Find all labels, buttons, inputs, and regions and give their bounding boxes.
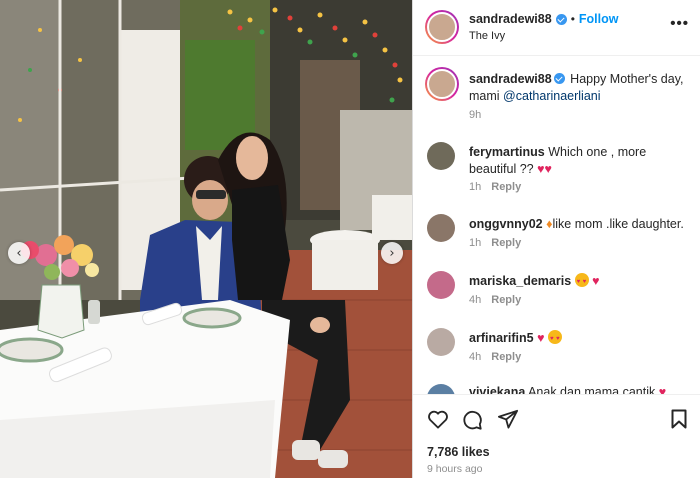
share-icon[interactable] — [497, 409, 519, 429]
comment-time: 1h — [469, 181, 482, 193]
heart-icon[interactable] — [427, 409, 449, 429]
chevron-left-icon: ‹ — [16, 245, 22, 261]
location-link[interactable]: The Ivy — [469, 30, 505, 42]
comment-text: Anak dan mama cantik — [528, 385, 656, 394]
avatar[interactable] — [427, 12, 457, 42]
post-photo[interactable]: ‹ › — [0, 0, 412, 478]
post-timestamp: 9 hours ago — [427, 463, 483, 475]
commenter-username[interactable]: mariska_demaris — [469, 274, 571, 288]
heart-emoji: ♥ — [592, 274, 600, 288]
comment-time: 4h — [469, 294, 482, 306]
commenter-username[interactable]: arfinarifin5 — [469, 331, 534, 345]
reply-button[interactable]: Reply — [491, 237, 521, 249]
commenter-avatar[interactable] — [427, 384, 455, 394]
comment-body: arfinarifin5 ♥ — [469, 330, 691, 348]
post-header: sandradewi88 • Follow The Ivy ••• — [413, 0, 700, 56]
heart-eyes-emoji — [548, 330, 562, 348]
heart-emoji: ♥ — [544, 162, 552, 176]
post-sidebar: sandradewi88 • Follow The Ivy ••• sandra… — [412, 0, 700, 478]
caption-username[interactable]: sandradewi88 — [469, 72, 552, 86]
reply-button[interactable]: Reply — [491, 181, 521, 193]
caption-timestamp: 9h — [469, 109, 482, 121]
heart-eyes-emoji — [574, 273, 589, 291]
comment-body: ferymartinus Which one , more beautiful … — [469, 144, 691, 178]
separator-dot: • — [570, 12, 575, 26]
caption: sandradewi88 Happy Mother's day, mami @c… — [469, 71, 691, 105]
verified-icon — [553, 73, 565, 84]
caption-avatar[interactable] — [427, 69, 457, 99]
photo-scene — [0, 0, 412, 478]
heart-emoji: ♥ — [537, 162, 545, 176]
bookmark-icon[interactable] — [671, 409, 687, 429]
comment-body: onggvnny02 ♦like mom .like daughter. — [469, 216, 691, 233]
likes-count[interactable]: 7,786 likes — [427, 445, 490, 459]
commenter-avatar[interactable] — [427, 142, 455, 170]
next-photo-button[interactable]: › — [381, 242, 403, 264]
comment-icon[interactable] — [461, 409, 483, 431]
comment-text: like mom .like daughter. — [552, 217, 684, 231]
reply-button[interactable]: Reply — [491, 294, 521, 306]
commenter-username[interactable]: ferymartinus — [469, 145, 545, 159]
commenter-username[interactable]: viviekana — [469, 385, 525, 394]
commenter-avatar[interactable] — [427, 328, 455, 356]
heart-emoji: ♥ — [658, 385, 667, 394]
action-bar: 7,786 likes 9 hours ago — [413, 394, 700, 478]
comment-time: 1h — [469, 237, 482, 249]
chevron-right-icon: › — [389, 245, 395, 261]
commenter-avatar[interactable] — [427, 271, 455, 299]
mention-link[interactable]: @catharinaerliani — [503, 89, 600, 103]
follow-button[interactable]: Follow — [579, 12, 619, 26]
comment-body: mariska_demaris ♥ — [469, 273, 691, 291]
reply-button[interactable]: Reply — [491, 351, 521, 363]
previous-photo-button[interactable]: ‹ — [8, 242, 30, 264]
heart-emoji: ♥ — [537, 331, 545, 345]
commenter-avatar[interactable] — [427, 214, 455, 242]
more-options-icon[interactable]: ••• — [670, 15, 689, 32]
comment-time: 4h — [469, 351, 482, 363]
verified-icon — [555, 13, 567, 25]
header-username[interactable]: sandradewi88 — [469, 12, 552, 26]
partial-comment: viviekana Anak dan mama cantik ♥ — [413, 384, 700, 394]
commenter-username[interactable]: onggvnny02 — [469, 217, 543, 231]
